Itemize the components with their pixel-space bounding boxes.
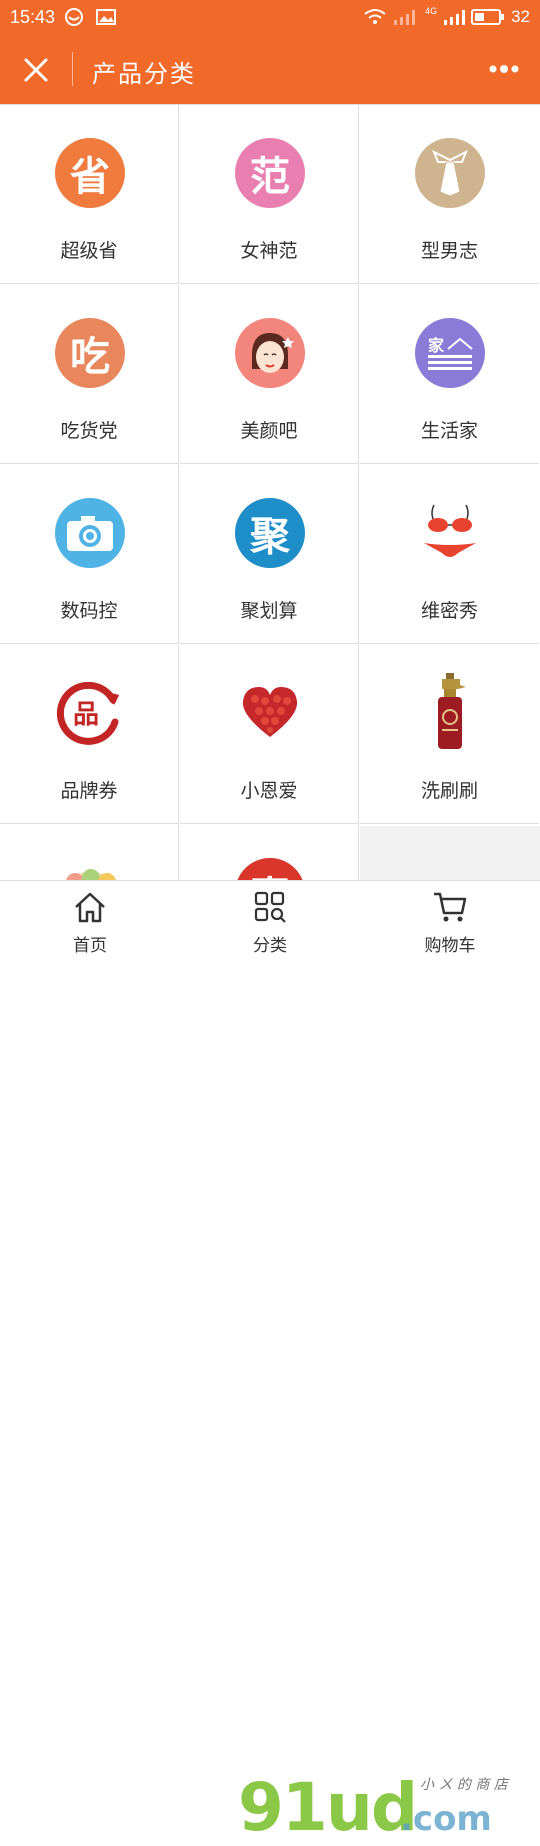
- tab-category[interactable]: 分类: [180, 881, 360, 961]
- tab-label: 首页: [73, 936, 107, 956]
- category-label: 美颜吧: [240, 420, 298, 442]
- category-item[interactable]: 型男志: [360, 105, 539, 284]
- battery-level: 32: [511, 7, 530, 26]
- category-item[interactable]: 维密秀: [360, 465, 539, 644]
- watermark-shop-name: 小 ㄨ 的 商 店: [420, 1777, 508, 1793]
- bikini-icon: [415, 498, 485, 568]
- sheng-icon: 省: [55, 138, 125, 208]
- category-item[interactable]: 范 女神范: [180, 105, 359, 284]
- category-tab-icon: [254, 891, 286, 923]
- tab-home[interactable]: 首页: [0, 881, 180, 961]
- brand-coupon-icon: 品: [55, 678, 125, 748]
- home-tab-icon: [75, 892, 105, 923]
- heart-icon: [235, 678, 305, 748]
- category-item[interactable]: 吃 吃货党: [0, 285, 179, 464]
- signal-icon: [394, 10, 416, 25]
- shampoo-icon: [415, 673, 485, 749]
- category-item[interactable]: 品 品牌券: [0, 645, 179, 824]
- tab-cart[interactable]: 购物车: [360, 881, 540, 961]
- cart-tab-icon: [434, 892, 467, 922]
- category-label: 型男志: [420, 240, 478, 262]
- category-label: 数码控: [60, 600, 118, 622]
- bottom-tab-bar: 首页 分类 购物车 91ud .com 小 ㄨ 的 商 店: [0, 880, 540, 1846]
- category-item[interactable]: 洗刷刷: [360, 645, 539, 824]
- category-label: 维密秀: [420, 600, 478, 622]
- category-label: 女神范: [240, 240, 298, 262]
- svg-text:家: 家: [428, 336, 445, 355]
- fan-icon: 范: [235, 138, 305, 208]
- svg-text:品: 品: [73, 700, 99, 730]
- category-label: 品牌券: [60, 780, 118, 802]
- network-type: 4G: [425, 6, 438, 16]
- hui-icon: 惠: [235, 858, 305, 881]
- status-right: 4G 32: [363, 6, 530, 27]
- category-item[interactable]: 家 生活家: [360, 285, 539, 464]
- title-bar: 产品分类: [0, 34, 540, 104]
- category-item[interactable]: 惠: [180, 825, 359, 881]
- tab-label: 购物车: [424, 936, 476, 956]
- title-divider: [72, 52, 73, 86]
- watermark-logo: 91ud: [238, 1769, 418, 1846]
- category-label: 洗刷刷: [420, 780, 478, 802]
- chi-icon: 吃: [55, 318, 125, 388]
- image-notification-icon: [96, 9, 116, 25]
- category-item[interactable]: [0, 825, 179, 881]
- category-item[interactable]: 聚 聚划算: [180, 465, 359, 644]
- wifi-icon: [364, 9, 386, 24]
- status-bar: 15:43 4G 32: [0, 0, 540, 34]
- watermark-domain: .com: [400, 1799, 492, 1839]
- category-label: 聚划算: [240, 600, 298, 622]
- category-grid: 省 超级省 范 女神范 型男志 吃 吃货党 美颜吧 家 生活家 数码控 聚 聚划…: [0, 104, 540, 881]
- close-icon[interactable]: [18, 52, 54, 88]
- more-options-icon[interactable]: [488, 62, 520, 76]
- status-time: 15:43: [10, 7, 56, 27]
- page-title: 产品分类: [92, 60, 196, 88]
- empty-grid-cell: [360, 826, 540, 881]
- tab-label: 分类: [253, 936, 287, 956]
- macaron-icon: [55, 858, 125, 881]
- tie-icon: [415, 138, 485, 208]
- category-item[interactable]: 数码控: [0, 465, 179, 644]
- category-label: 小恩爱: [240, 780, 298, 802]
- app-notification-icon: [65, 8, 83, 26]
- category-label: 生活家: [420, 420, 478, 442]
- category-label: 超级省: [60, 240, 118, 262]
- category-item[interactable]: 省 超级省: [0, 105, 179, 284]
- ju-icon: 聚: [235, 498, 305, 568]
- category-item[interactable]: 美颜吧: [180, 285, 359, 464]
- home-icon: 家: [415, 318, 485, 388]
- face-icon: [235, 318, 305, 388]
- category-item[interactable]: 小恩爱: [180, 645, 359, 824]
- signal-4g-icon: [444, 10, 466, 25]
- category-label: 吃货党: [60, 420, 118, 442]
- camera-icon: [55, 498, 125, 568]
- battery-icon: [471, 9, 505, 25]
